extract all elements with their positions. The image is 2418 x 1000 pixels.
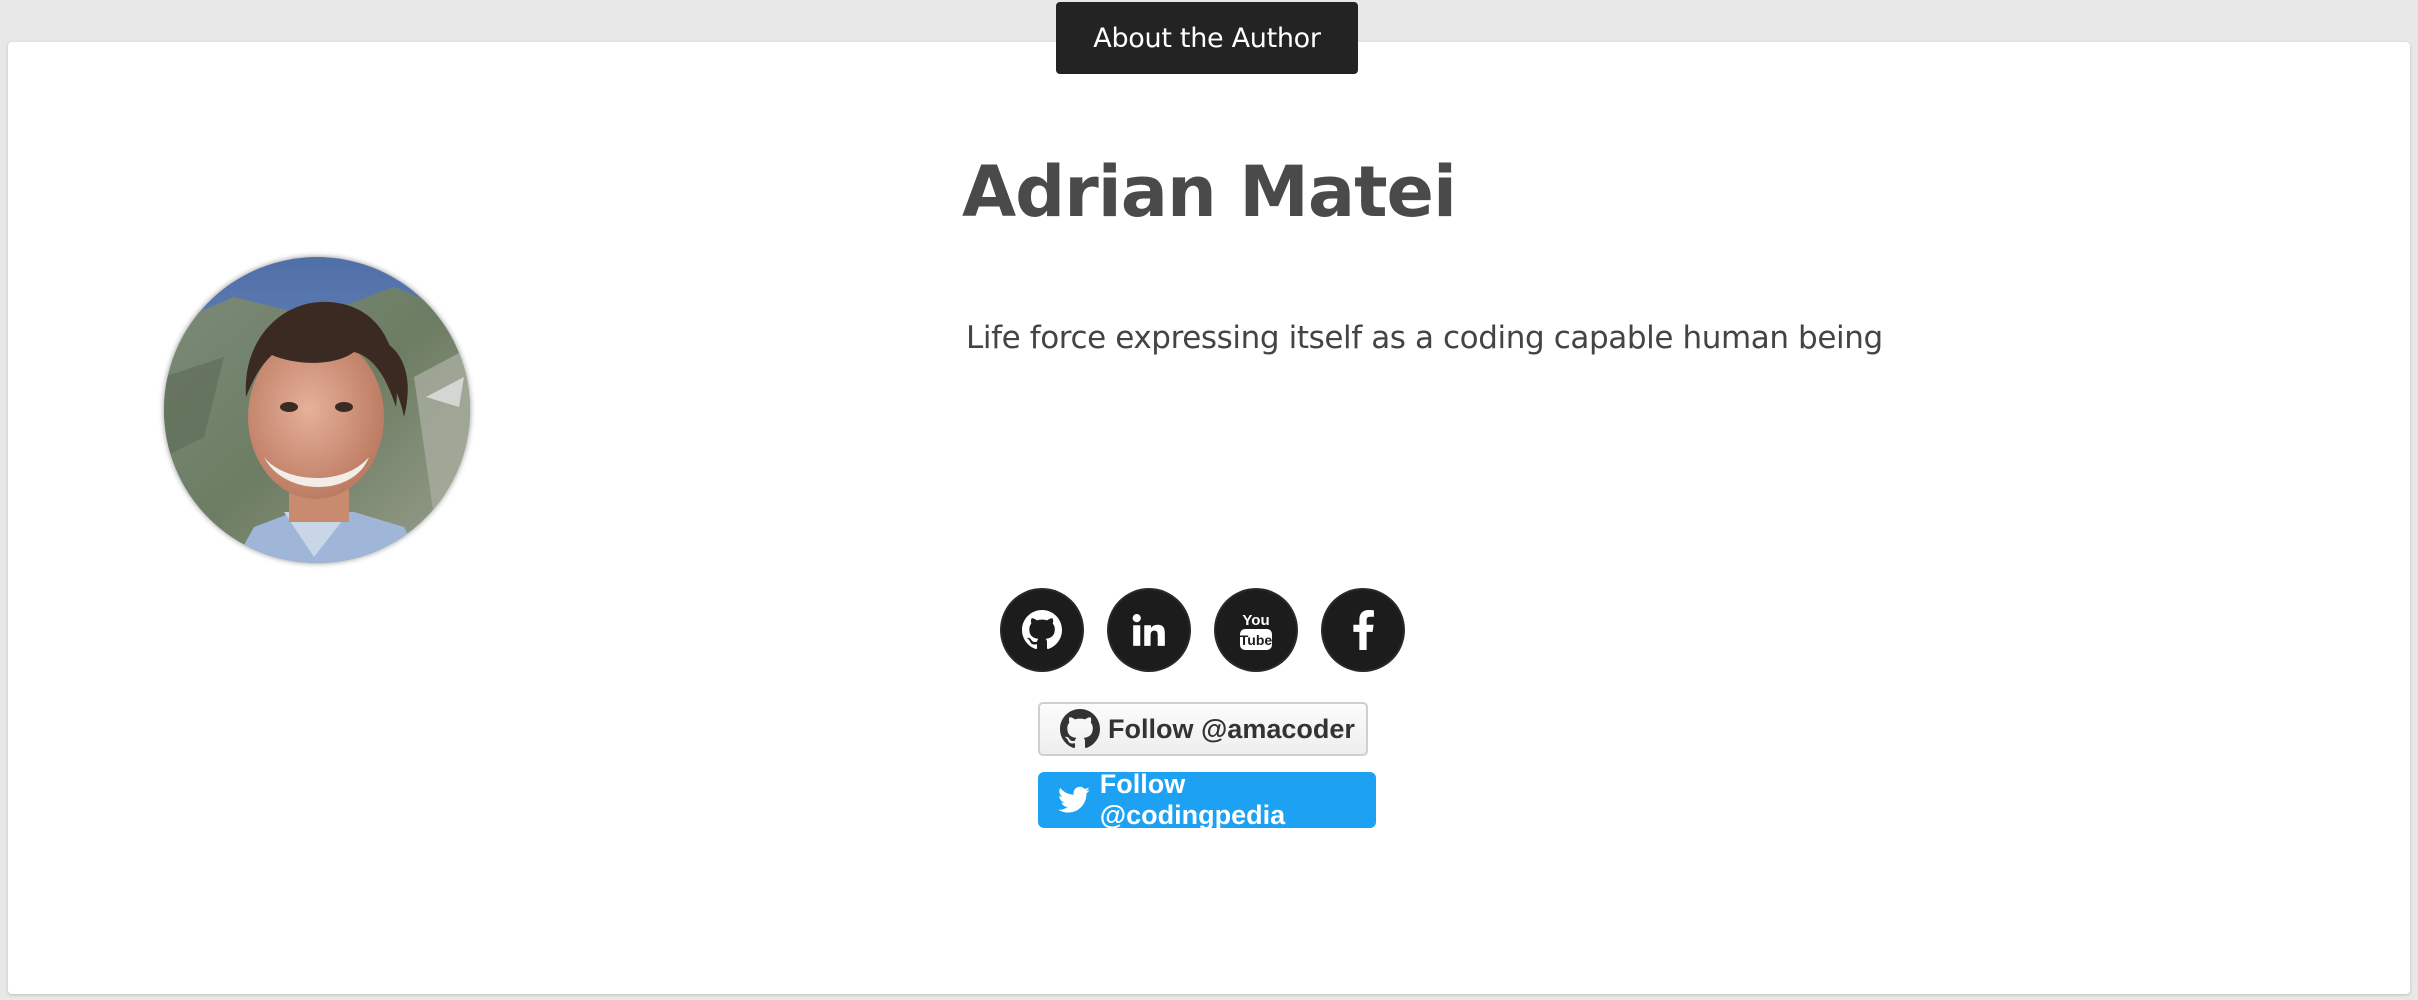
facebook-icon bbox=[1353, 610, 1374, 650]
author-avatar bbox=[164, 257, 470, 563]
author-name: Adrian Matei bbox=[961, 151, 1457, 233]
facebook-link[interactable] bbox=[1323, 590, 1403, 670]
follow-github-button[interactable]: Follow @amacoder bbox=[1038, 702, 1368, 756]
linkedin-link[interactable] bbox=[1109, 590, 1189, 670]
social-links: You Tube bbox=[1002, 590, 1403, 670]
avatar-portrait-image bbox=[164, 257, 470, 563]
youtube-icon: You Tube bbox=[1240, 612, 1273, 650]
github-icon bbox=[1022, 610, 1062, 650]
github-icon bbox=[1060, 709, 1100, 749]
github-link[interactable] bbox=[1002, 590, 1082, 670]
about-author-tab: About the Author bbox=[1056, 2, 1358, 74]
author-bio: Life force expressing itself as a coding… bbox=[966, 320, 1883, 356]
follow-github-label: Follow @amacoder bbox=[1108, 713, 1355, 744]
svg-text:Tube: Tube bbox=[1240, 632, 1273, 648]
twitter-bird-icon bbox=[1058, 786, 1090, 813]
linkedin-icon bbox=[1132, 614, 1165, 646]
about-author-label: About the Author bbox=[1093, 22, 1321, 54]
svg-text:You: You bbox=[1242, 612, 1269, 629]
follow-twitter-button[interactable]: Follow @codingpedia bbox=[1038, 769, 1376, 830]
follow-twitter-label: Follow @codingpedia bbox=[1099, 769, 1286, 830]
youtube-link[interactable]: You Tube bbox=[1216, 590, 1296, 670]
